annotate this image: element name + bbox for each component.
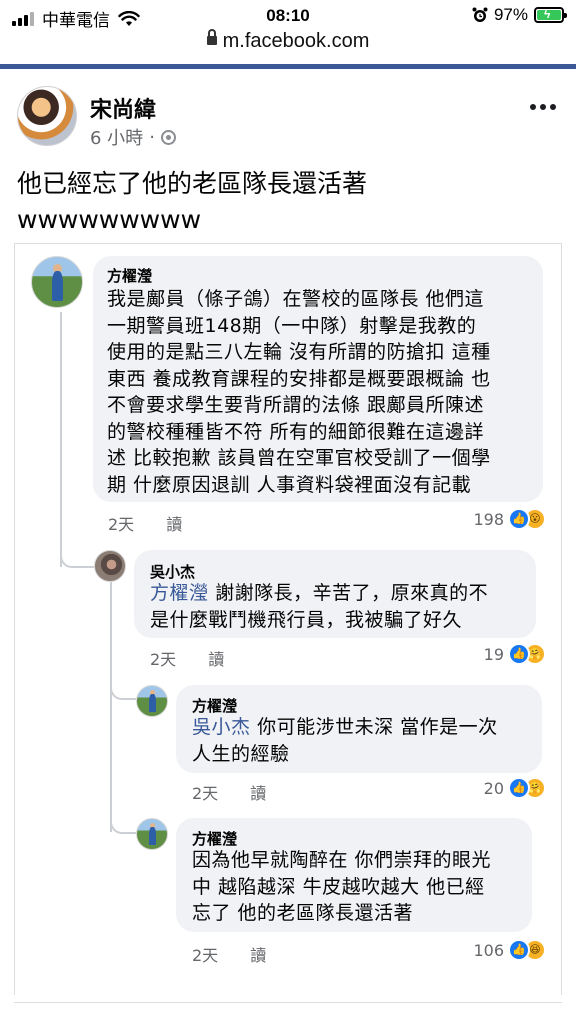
more-options-button[interactable] <box>530 104 556 110</box>
comment-time[interactable]: 2天 <box>108 511 134 535</box>
comment-line: 人生的經驗 <box>192 742 290 765</box>
thread-line <box>110 582 112 832</box>
page: 中華電信 08:10 97% ϟ m.facebook.com 宋尚緯 6 小時… <box>0 0 576 1024</box>
comment-time[interactable]: 2天 <box>192 780 218 804</box>
card-border <box>14 243 562 244</box>
reaction-summary[interactable]: 19 👍 🤗 <box>484 643 546 665</box>
header-divider <box>0 64 576 69</box>
comment-text: 吳小杰 你可能涉世未深 當作是一次 人生的經驗 <box>192 714 532 767</box>
thread-line <box>110 672 136 700</box>
battery-percent: 97% <box>493 5 528 24</box>
comment-line: 是什麼戰鬥機飛行員，我被騙了好久 <box>150 608 463 631</box>
post-text-line: wwwwwwwww <box>17 205 202 234</box>
reaction-summary[interactable]: 198 👍 😮 <box>473 508 546 530</box>
comment-text: 因為他早就陶醉在 你們崇拜的眼光 中 越陷越深 牛皮越吹越大 他已經 忘了 他的… <box>192 847 526 927</box>
like-icon: 👍 <box>508 777 530 799</box>
card-border <box>561 243 562 995</box>
globe-icon <box>160 129 176 145</box>
comment-text: 方櫂瀅 謝謝隊長，辛苦了，原來真的不 是什麼戰鬥機飛行員，我被騙了好久 <box>150 580 530 633</box>
post-meta: 6 小時 · <box>90 124 176 150</box>
avatar[interactable] <box>136 818 168 850</box>
avatar[interactable] <box>136 685 168 717</box>
author-name[interactable]: 宋尚緯 <box>90 92 156 124</box>
read-action[interactable]: 讀 <box>166 511 182 535</box>
read-action[interactable]: 讀 <box>250 942 266 966</box>
reaction-count: 19 <box>483 644 504 664</box>
comment-line: 吳小杰 你可能涉世未深 當作是一次 <box>192 714 532 741</box>
comment-meta: 2天 讀 <box>192 942 266 966</box>
status-bar: 中華電信 08:10 97% ϟ <box>0 0 576 34</box>
alarm-icon <box>472 7 488 22</box>
comment-author[interactable]: 方櫂瀅 <box>192 695 237 716</box>
comment-line: 述 比較抱歉 該員曾在空軍官校受訓了一個學 <box>107 447 491 469</box>
reaction-summary[interactable]: 106 👍 😆 <box>473 939 546 961</box>
section-divider <box>14 1002 562 1003</box>
comment-line: 我是鄺員（條子鴿）在警校的區隊長 他們這 <box>107 288 485 310</box>
comment-line-text: 你可能涉世未深 當作是一次 <box>257 716 498 738</box>
comment-line: 東西 養成教育課程的安排都是概要跟概論 也 <box>107 367 491 390</box>
comment-line: 期 什麼原因退訓 人事資料袋裡面沒有記載 <box>107 473 472 496</box>
comment-meta: 2天 讀 <box>150 646 224 670</box>
thread-line <box>60 312 62 567</box>
reaction-count: 198 <box>473 509 504 529</box>
meta-separator: · <box>149 126 155 148</box>
comment-line: 的警校種種皆不符 所有的細節很難在這邊詳 <box>107 420 485 443</box>
post-text: 他已經忘了他的老區隊長還活著 wwwwwwwww <box>17 166 557 238</box>
comment-time[interactable]: 2天 <box>150 646 176 670</box>
read-action[interactable]: 讀 <box>250 780 266 804</box>
author-avatar[interactable] <box>17 86 77 146</box>
url-text: m.facebook.com <box>222 30 370 52</box>
battery-icon: ϟ <box>534 7 567 23</box>
comment-line: 方櫂瀅 謝謝隊長，辛苦了，原來真的不 <box>150 580 530 607</box>
thread-line <box>110 806 136 834</box>
comment-line-text: 謝謝隊長，辛苦了，原來真的不 <box>215 582 489 604</box>
avatar[interactable] <box>94 550 126 582</box>
comment-meta: 2天 讀 <box>192 780 266 804</box>
comment-line: 忘了 他的老區隊長還活著 <box>192 902 414 924</box>
like-icon: 👍 <box>508 939 530 961</box>
status-right: 97% ϟ <box>472 5 567 25</box>
comment-author[interactable]: 方櫂瀅 <box>107 265 152 286</box>
reaction-count: 20 <box>483 778 504 798</box>
comment-line: 使用的是點三八左輪 沒有所謂的防搶扣 這種 <box>107 341 491 363</box>
post-text-line: 他已經忘了他的老區隊長還活著 <box>17 169 368 198</box>
comment-author[interactable]: 吳小杰 <box>150 561 195 582</box>
reaction-summary[interactable]: 20 👍 🤗 <box>484 777 546 799</box>
lock-icon <box>206 29 217 45</box>
mention-link[interactable]: 方櫂瀅 <box>150 582 209 604</box>
avatar[interactable] <box>31 256 83 308</box>
thread-line <box>60 540 94 568</box>
like-icon: 👍 <box>508 508 530 530</box>
reaction-count: 106 <box>473 940 504 960</box>
comment-text: 我是鄺員（條子鴿）在警校的區隊長 他們這 一期警員班148期（一中隊）射擊是我教… <box>107 286 541 498</box>
mention-link[interactable]: 吳小杰 <box>192 716 251 738</box>
url-bar[interactable]: m.facebook.com <box>0 29 576 56</box>
comment-line: 一期警員班148期（一中隊）射擊是我教的 <box>107 314 477 337</box>
comment-author[interactable]: 方櫂瀅 <box>192 828 237 849</box>
comment-line: 因為他早就陶醉在 你們崇拜的眼光 <box>192 849 492 871</box>
comment-line: 中 越陷越深 牛皮越吹越大 他已經 <box>192 875 485 898</box>
post-time[interactable]: 6 小時 <box>90 124 143 150</box>
comment-meta: 2天 讀 <box>108 511 182 535</box>
comment-time[interactable]: 2天 <box>192 942 218 966</box>
like-icon: 👍 <box>508 643 530 665</box>
read-action[interactable]: 讀 <box>208 646 224 670</box>
card-border <box>14 243 15 995</box>
comment-line: 不會要求學生要背所謂的法條 跟鄺員所陳述 <box>107 394 485 416</box>
